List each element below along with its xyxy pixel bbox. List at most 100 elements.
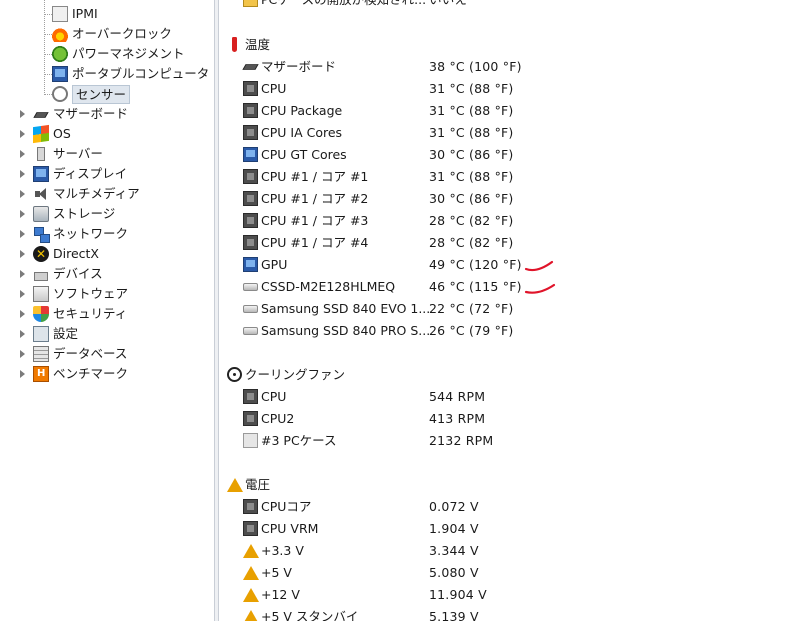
tree-item-label: ディスプレイ xyxy=(53,166,128,181)
list-item[interactable]: +5 V スタンバイ 5.139 V xyxy=(219,606,788,621)
sensor-name: +12 V xyxy=(261,587,300,602)
gauge-icon xyxy=(52,86,68,102)
list-item[interactable]: CPU 31 °C (88 °F) xyxy=(219,78,788,100)
server-icon xyxy=(33,146,49,162)
motherboard-icon xyxy=(242,59,259,74)
expand-arrow-icon[interactable] xyxy=(19,230,27,238)
settings-icon xyxy=(33,326,49,342)
sensor-value: 38 °C (100 °F) xyxy=(429,59,522,74)
list-item[interactable]: +3.3 V 3.344 V xyxy=(219,540,788,562)
tree-item-sensor[interactable]: センサー xyxy=(52,84,131,104)
tree-item-server[interactable]: サーバー xyxy=(19,144,103,164)
list-item[interactable]: CPU Package 31 °C (88 °F) xyxy=(219,100,788,122)
tree-item-multimedia[interactable]: マルチメディア xyxy=(19,184,140,204)
list-item[interactable]: CPUコア 0.072 V xyxy=(219,496,788,518)
expand-arrow-icon[interactable] xyxy=(19,290,27,298)
tree-guide-line xyxy=(44,94,52,95)
sensor-value: 11.904 V xyxy=(429,587,487,602)
tree-item-label: サーバー xyxy=(53,146,103,161)
list-item[interactable]: CPU2 413 RPM xyxy=(219,408,788,430)
list-item[interactable]: CPU 544 RPM xyxy=(219,386,788,408)
case-icon xyxy=(243,433,258,448)
list-item[interactable]: +12 V 11.904 V xyxy=(219,584,788,606)
expand-arrow-icon[interactable] xyxy=(19,190,27,198)
cpu-icon xyxy=(243,125,258,140)
warning-icon xyxy=(243,544,259,558)
expand-arrow-icon[interactable] xyxy=(19,310,27,318)
list-item-chassis-intrusion[interactable]: PCケースの開放が検知され... いいえ xyxy=(219,0,788,11)
sensor-value: 31 °C (88 °F) xyxy=(429,169,514,184)
tree-item-network[interactable]: ネットワーク xyxy=(19,224,128,244)
monitor-icon xyxy=(243,147,258,162)
warning-icon xyxy=(227,478,243,492)
list-item[interactable]: CPU #1 / コア #4 28 °C (82 °F) xyxy=(219,232,788,254)
expand-arrow-icon[interactable] xyxy=(19,270,27,278)
section-cooling-fans: クーリングファン xyxy=(219,364,788,386)
tree-item-portable-computer[interactable]: ポータブルコンピュータ xyxy=(52,64,209,84)
cpu-icon xyxy=(243,499,258,514)
list-item[interactable]: CPU GT Cores 30 °C (86 °F) xyxy=(219,144,788,166)
thermometer-icon xyxy=(232,37,237,52)
list-item[interactable]: CPU #1 / コア #3 28 °C (82 °F) xyxy=(219,210,788,232)
tree-item-directx[interactable]: ✕ DirectX xyxy=(19,244,99,264)
sensor-name: +5 V スタンバイ xyxy=(261,609,359,621)
cpu-icon xyxy=(243,81,258,96)
sensor-value: 5.080 V xyxy=(429,565,479,580)
list-item[interactable]: GPU 49 °C (120 °F) xyxy=(219,254,788,276)
cpu-icon xyxy=(243,191,258,206)
tree-item-software[interactable]: ソフトウェア xyxy=(19,284,128,304)
tree-item-database[interactable]: データベース xyxy=(19,344,127,364)
list-item[interactable]: CPU IA Cores 31 °C (88 °F) xyxy=(219,122,788,144)
list-item[interactable]: CPU #1 / コア #1 31 °C (88 °F) xyxy=(219,166,788,188)
sensor-value: 30 °C (86 °F) xyxy=(429,147,514,162)
list-item[interactable]: Samsung SSD 840 PRO S... 26 °C (79 °F) xyxy=(219,320,788,342)
sensor-value: いいえ xyxy=(429,0,467,11)
sensor-value: 49 °C (120 °F) xyxy=(429,257,522,272)
tree-item-motherboard[interactable]: マザーボード xyxy=(19,104,128,124)
expand-arrow-icon[interactable] xyxy=(19,210,27,218)
tree-item-label: デバイス xyxy=(53,266,103,281)
sensor-value: 28 °C (82 °F) xyxy=(429,213,514,228)
tree-item-label: ソフトウェア xyxy=(53,286,129,301)
section-title: クーリングファン xyxy=(245,367,346,382)
list-item[interactable]: CPU #1 / コア #2 30 °C (86 °F) xyxy=(219,188,788,210)
database-icon xyxy=(33,346,49,362)
expand-arrow-icon[interactable] xyxy=(19,150,27,158)
sensor-value: 22 °C (72 °F) xyxy=(429,301,514,316)
expand-arrow-icon[interactable] xyxy=(19,110,27,118)
speaker-icon xyxy=(33,186,49,202)
list-item[interactable]: マザーボード 38 °C (100 °F) xyxy=(219,56,788,78)
sensor-value-list: PCケースの開放が検知され... いいえ 温度 マザーボード 38 °C (10… xyxy=(219,0,788,621)
expand-arrow-icon[interactable] xyxy=(19,350,27,358)
expand-arrow-icon[interactable] xyxy=(19,250,27,258)
list-item[interactable]: Samsung SSD 840 EVO 1... 22 °C (72 °F) xyxy=(219,298,788,320)
sensor-name: CPU #1 / コア #3 xyxy=(261,213,369,228)
tree-item-ipmi[interactable]: IPMI xyxy=(52,4,98,24)
network-icon xyxy=(33,226,50,243)
tree-item-storage[interactable]: ストレージ xyxy=(19,204,115,224)
sensor-value: 28 °C (82 °F) xyxy=(429,235,514,250)
list-item[interactable]: CPU VRM 1.904 V xyxy=(219,518,788,540)
sensor-value: 2132 RPM xyxy=(429,433,494,448)
sensor-value: 544 RPM xyxy=(429,389,486,404)
tree-item-power-management[interactable]: パワーマネジメント xyxy=(52,44,185,64)
list-item[interactable]: CSSD-M2E128HLMEQ 46 °C (115 °F) xyxy=(219,276,788,298)
tree-item-os[interactable]: OS xyxy=(19,124,71,144)
shield-icon xyxy=(33,306,49,322)
expand-arrow-icon[interactable] xyxy=(19,130,27,138)
sensor-name: CPU VRM xyxy=(261,521,319,536)
list-item[interactable]: #3 PCケース 2132 RPM xyxy=(219,430,788,452)
expand-arrow-icon[interactable] xyxy=(19,330,27,338)
list-item[interactable]: +5 V 5.080 V xyxy=(219,562,788,584)
warning-icon xyxy=(243,566,259,580)
tree-item-display[interactable]: ディスプレイ xyxy=(19,164,127,184)
tree-item-devices[interactable]: デバイス xyxy=(19,264,103,284)
tree-item-overclock[interactable]: オーバークロック xyxy=(52,24,172,44)
sensor-name: CPU #1 / コア #4 xyxy=(261,235,369,250)
cpu-icon xyxy=(243,213,258,228)
expand-arrow-icon[interactable] xyxy=(19,170,27,178)
expand-arrow-icon[interactable] xyxy=(19,370,27,378)
tree-item-security[interactable]: セキュリティ xyxy=(19,304,127,324)
tree-item-benchmark[interactable]: H ベンチマーク xyxy=(19,364,128,384)
tree-item-settings[interactable]: 設定 xyxy=(19,324,78,344)
